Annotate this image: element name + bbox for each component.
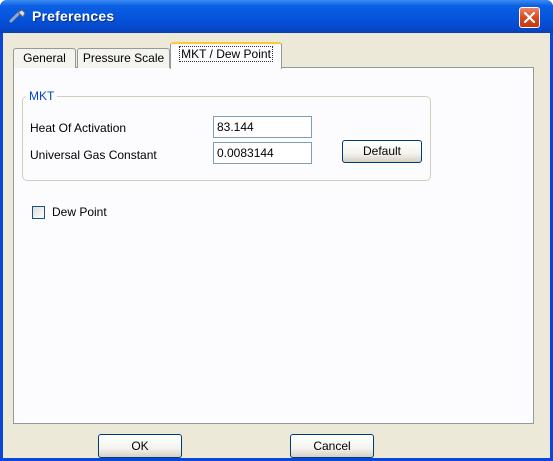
tab-label: General <box>23 51 66 65</box>
tab-mkt-dew-point[interactable]: MKT / Dew Point <box>170 42 282 69</box>
tab-general[interactable]: General <box>13 48 76 68</box>
dew-point-label: Dew Point <box>52 205 107 219</box>
title-bar[interactable]: Preferences <box>0 0 553 33</box>
mkt-groupbox <box>22 96 431 181</box>
tab-label: MKT / Dew Point <box>179 46 273 62</box>
tab-strip: General Pressure Scale MKT / Dew Point <box>13 40 533 69</box>
heat-of-activation-field[interactable]: 83.144 <box>213 116 312 138</box>
cancel-button[interactable]: Cancel <box>290 434 374 458</box>
universal-gas-constant-label: Universal Gas Constant <box>30 148 157 162</box>
universal-gas-constant-field[interactable]: 0.0083144 <box>213 142 312 164</box>
ok-button[interactable]: OK <box>98 434 182 458</box>
mkt-group-label: MKT <box>26 89 58 103</box>
default-button[interactable]: Default <box>342 140 422 163</box>
wrench-icon <box>9 8 27 24</box>
tab-pressure-scale[interactable]: Pressure Scale <box>77 48 170 68</box>
heat-of-activation-label: Heat Of Activation <box>30 121 127 135</box>
window-title: Preferences <box>32 8 115 24</box>
close-button[interactable] <box>519 7 540 28</box>
dew-point-checkbox[interactable] <box>32 206 45 219</box>
close-icon <box>524 12 535 23</box>
tab-label: Pressure Scale <box>82 51 165 65</box>
